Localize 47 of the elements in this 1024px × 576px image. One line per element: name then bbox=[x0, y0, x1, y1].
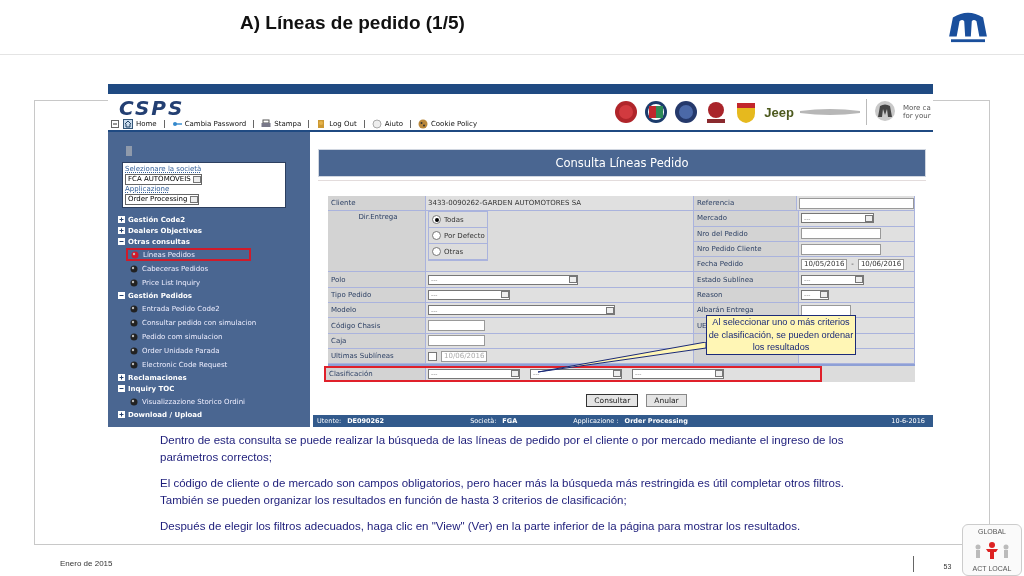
paragraph: Después de elegir los filtros adecuados, haga clic en "View" (Ver) en la parte inferior de la página para mostrar los resultados. bbox=[160, 519, 802, 534]
radio-button[interactable] bbox=[432, 247, 441, 257]
bullet-icon bbox=[130, 264, 138, 273]
input-field[interactable] bbox=[801, 228, 881, 240]
slide-title: A) Líneas de pedido (1/5) bbox=[240, 12, 465, 35]
radio-button[interactable] bbox=[432, 231, 441, 241]
round-emblem-icon bbox=[674, 100, 699, 124]
bullet-icon bbox=[130, 397, 138, 406]
square-icon bbox=[126, 146, 132, 156]
round-emblem-icon bbox=[614, 100, 639, 124]
collapse-icon[interactable] bbox=[111, 120, 119, 128]
radio-button[interactable] bbox=[432, 215, 441, 225]
bullet-icon bbox=[130, 318, 138, 327]
footer-date: Enero de 2015 bbox=[60, 559, 113, 568]
wing-emblem-icon bbox=[800, 107, 860, 117]
app-logo: CSPS bbox=[119, 98, 185, 118]
printer-icon bbox=[261, 119, 272, 129]
plus-box-icon[interactable] bbox=[118, 227, 125, 234]
form-title-bar: Consulta Líneas Pedido bbox=[318, 149, 926, 177]
callout-tooltip: Al seleccionar uno o más criterios de clasificación, se pueden ordenar los resultados bbox=[706, 315, 856, 355]
m-emblem-icon bbox=[873, 100, 897, 124]
input-field[interactable] bbox=[428, 320, 485, 331]
cookie-icon bbox=[417, 119, 428, 129]
input-field[interactable] bbox=[801, 243, 881, 255]
plus-box-icon[interactable] bbox=[118, 374, 125, 381]
input-field[interactable] bbox=[428, 335, 485, 347]
plus-box-icon[interactable] bbox=[118, 216, 125, 223]
minus-box-icon[interactable] bbox=[118, 385, 125, 392]
bullet-icon bbox=[131, 250, 139, 259]
paragraph: El código de cliente o de mercado son campos obligatorios, pero hacer más la búsqueda más restringida es útil completar otros filtros. También se pueden organizar los resultados en función de hasta 3 criterios de clasificación; bbox=[160, 476, 845, 508]
plus-box-icon[interactable] bbox=[118, 411, 125, 418]
bullet-icon bbox=[130, 332, 138, 341]
bullet-icon bbox=[130, 278, 138, 287]
door-icon bbox=[316, 119, 327, 129]
brand-wordmark: Jeep bbox=[764, 104, 794, 120]
minus-box-icon[interactable] bbox=[118, 238, 125, 245]
home-icon bbox=[123, 119, 133, 129]
bullet-icon bbox=[130, 304, 138, 313]
input-field[interactable] bbox=[801, 304, 851, 316]
bullet-icon bbox=[130, 346, 138, 355]
m-logo-icon bbox=[946, 10, 990, 44]
help-icon bbox=[371, 119, 382, 129]
minus-box-icon[interactable] bbox=[118, 292, 125, 299]
paragraph: Dentro de esta consulta se puede realizar la búsqueda de las líneas de pedido por el cliente o por mercado mediante el ingreso de los parámetros correctos; bbox=[160, 433, 845, 465]
bullet-icon bbox=[130, 360, 138, 369]
key-icon bbox=[171, 119, 182, 129]
round-emblem-icon bbox=[644, 100, 669, 124]
